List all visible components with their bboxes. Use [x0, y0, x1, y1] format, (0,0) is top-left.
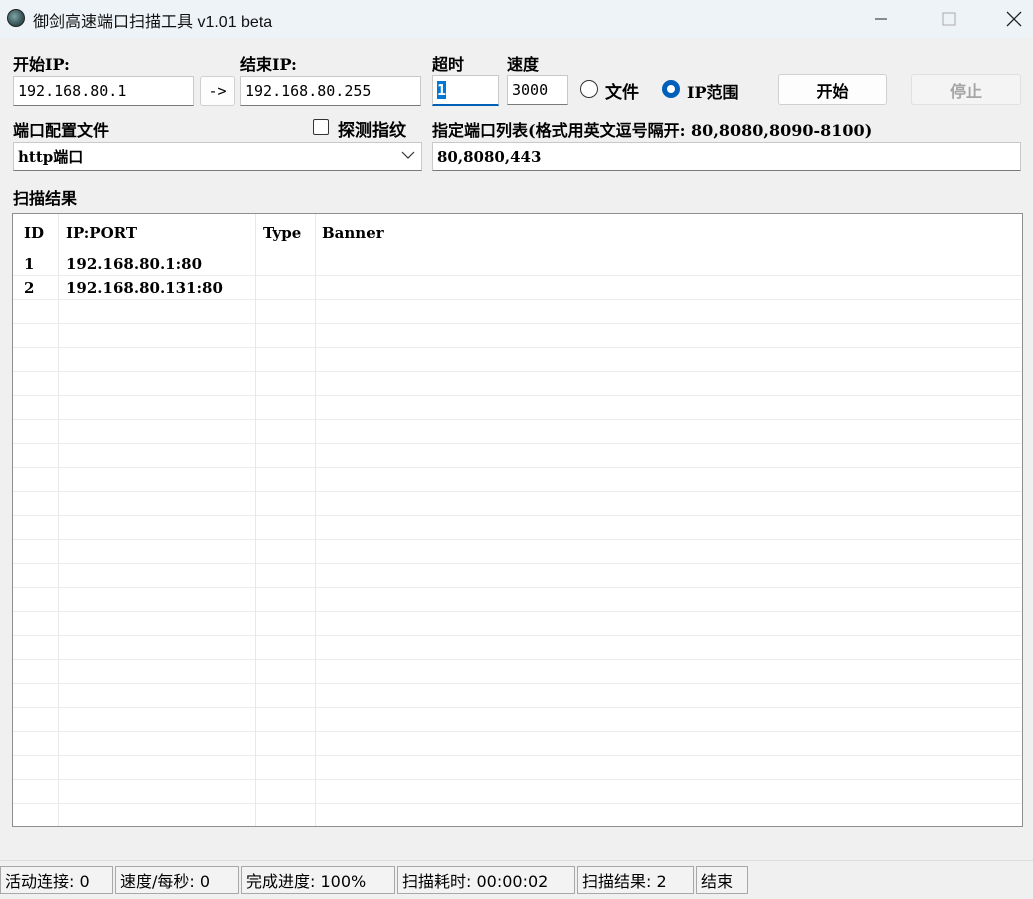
fingerprint-checkbox[interactable] — [313, 119, 329, 135]
row-gridline — [13, 755, 1022, 756]
table-row[interactable]: 2 192.168.80.131:80 — [13, 276, 1022, 300]
file-mode-radio[interactable] — [580, 80, 598, 98]
column-header-id[interactable]: ID — [24, 224, 44, 242]
timeout-label: 超时 — [432, 55, 465, 74]
chevron-down-icon — [401, 151, 415, 159]
row-gridline — [13, 347, 1022, 348]
status-elapsed: 扫描耗时: 00:00:02 — [397, 866, 575, 894]
column-divider — [255, 214, 256, 826]
status-result-count: 扫描结果: 2 — [577, 866, 694, 894]
close-button[interactable] — [994, 0, 1033, 38]
row-gridline — [13, 467, 1022, 468]
row-gridline — [13, 491, 1022, 492]
column-header-ip-port[interactable]: IP:PORT — [66, 224, 137, 242]
column-header-banner[interactable]: Banner — [322, 224, 384, 242]
column-divider — [315, 214, 316, 826]
column-header-type[interactable]: Type — [263, 224, 301, 242]
copy-ip-arrow-button[interactable]: -> — [200, 76, 235, 106]
status-state: 结束 — [696, 866, 748, 894]
timeout-input[interactable]: 1 — [432, 75, 499, 106]
row-gridline — [13, 419, 1022, 420]
row-gridline — [13, 683, 1022, 684]
row-gridline — [13, 299, 1022, 300]
iprange-mode-label[interactable]: IP范围 — [687, 79, 739, 103]
row-gridline — [13, 779, 1022, 780]
row-gridline — [13, 275, 1022, 276]
row-gridline — [13, 395, 1022, 396]
app-icon — [7, 9, 25, 27]
status-active-connections: 活动连接: 0 — [0, 866, 113, 894]
port-profile-label: 端口配置文件 — [13, 121, 110, 140]
end-ip-label: 结束IP: — [240, 55, 297, 74]
column-divider — [58, 214, 59, 826]
minimize-icon — [875, 18, 887, 20]
file-mode-label[interactable]: 文件 — [605, 78, 639, 103]
end-ip-input[interactable]: 192.168.80.255 — [240, 76, 421, 106]
port-profile-select[interactable]: http端口 — [13, 142, 422, 171]
port-profile-value: http端口 — [18, 148, 84, 166]
port-list-input[interactable]: 80,8080,443 — [432, 142, 1021, 171]
maximize-button[interactable] — [926, 0, 972, 38]
minimize-button[interactable] — [858, 0, 904, 38]
fingerprint-label[interactable]: 探测指纹 — [338, 116, 406, 141]
start-ip-label: 开始IP: — [13, 55, 70, 74]
row-gridline — [13, 443, 1022, 444]
results-title: 扫描结果 — [13, 189, 78, 208]
window-title: 御剑高速端口扫描工具 v1.01 beta — [33, 14, 273, 31]
iprange-mode-radio[interactable] — [662, 80, 680, 98]
row-gridline — [13, 587, 1022, 588]
timeout-value: 1 — [437, 81, 447, 99]
close-icon — [1006, 11, 1021, 27]
row-gridline — [13, 371, 1022, 372]
row-gridline — [13, 563, 1022, 564]
row-ip-port: 192.168.80.1:80 — [66, 255, 203, 273]
speed-input[interactable]: 3000 — [507, 75, 568, 105]
port-list-label: 指定端口列表(格式用英文逗号隔开: 80,8080,8090-8100) — [432, 121, 873, 140]
speed-label: 速度 — [507, 55, 540, 74]
row-gridline — [13, 803, 1022, 804]
maximize-icon — [942, 12, 956, 26]
start-ip-input[interactable]: 192.168.80.1 — [13, 76, 194, 106]
status-progress: 完成进度: 100% — [241, 866, 395, 894]
row-gridline — [13, 659, 1022, 660]
row-gridline — [13, 635, 1022, 636]
row-gridline — [13, 515, 1022, 516]
row-gridline — [13, 731, 1022, 732]
row-ip-port: 192.168.80.131:80 — [66, 279, 223, 297]
row-id: 1 — [24, 255, 35, 273]
status-speed: 速度/每秒: 0 — [115, 866, 239, 894]
stop-scan-button[interactable]: 停止 — [911, 74, 1021, 105]
table-row[interactable]: 1 192.168.80.1:80 — [13, 252, 1022, 276]
row-gridline — [13, 323, 1022, 324]
row-id: 2 — [24, 279, 35, 297]
results-list[interactable]: ID IP:PORT Type Banner 1 192.168.80.1:80… — [12, 213, 1023, 827]
row-gridline — [13, 611, 1022, 612]
row-gridline — [13, 707, 1022, 708]
start-scan-button[interactable]: 开始 — [778, 74, 887, 105]
row-gridline — [13, 539, 1022, 540]
